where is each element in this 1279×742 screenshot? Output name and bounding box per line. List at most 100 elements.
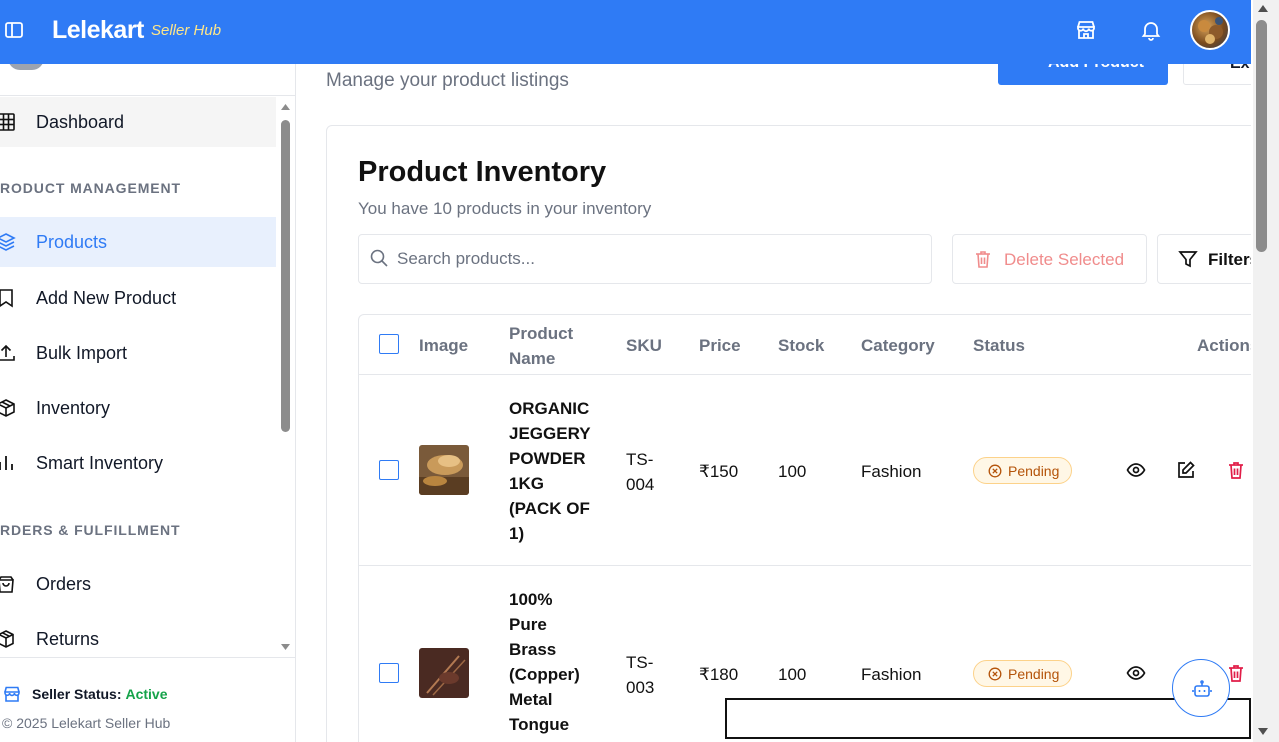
select-all-checkbox[interactable] [379, 334, 399, 354]
package-return-icon [0, 630, 14, 648]
sidebar-item-add-new-product[interactable]: Add New Product [0, 273, 276, 323]
sidebar-item-label: Dashboard [36, 111, 125, 132]
filter-icon [1178, 251, 1198, 268]
bell-icon[interactable] [1139, 18, 1163, 42]
edit-icon[interactable] [1176, 460, 1196, 480]
upload-icon [0, 344, 15, 361]
box-icon [0, 399, 15, 417]
brand-name[interactable]: Lelekart [52, 16, 144, 45]
product-sku: TS-004 [626, 450, 655, 494]
product-category: Fashion [861, 665, 922, 684]
sidebar-item-label: Products [36, 231, 108, 252]
chat-assistant-button[interactable] [1172, 659, 1230, 717]
status-label: Pending [1008, 462, 1060, 479]
column-header[interactable]: Category [861, 333, 935, 358]
seller-status: Seller Status: Active [0, 684, 168, 704]
column-header[interactable]: Image [419, 333, 468, 358]
divider [359, 374, 1251, 375]
brand-subtitle: Seller Hub [151, 22, 222, 39]
seller-status-label: Seller Status: [32, 686, 122, 702]
sidebar-item-smart-inventory[interactable]: Smart Inventory [0, 438, 276, 488]
chat-input-overlay[interactable] [725, 698, 1251, 739]
delete-selected-button[interactable]: Delete Selected [952, 234, 1147, 284]
product-inventory-card: Product Inventory You have 10 products i… [326, 125, 1251, 742]
column-header[interactable]: Stock [778, 333, 824, 358]
section-product-management: RODUCT MANAGEMENT [0, 180, 181, 196]
product-category: Fashion [861, 462, 922, 481]
divider [359, 565, 1251, 566]
trash-icon[interactable] [1226, 460, 1246, 480]
product-name[interactable]: ORGANIC JEGGERY POWDER 1KG (PACK OF 1) [509, 396, 597, 546]
product-price: ₹150 [699, 462, 739, 481]
row-checkbox[interactable] [379, 460, 399, 480]
bar-chart-icon [0, 456, 13, 470]
sidebar-item-label: Smart Inventory [36, 452, 164, 473]
sidebar-item-products[interactable]: Products [0, 217, 276, 267]
card-title: Product Inventory [358, 156, 607, 188]
row-checkbox[interactable] [379, 663, 399, 683]
scroll-down-arrow[interactable] [280, 642, 291, 652]
section-orders-fulfillment: RDERS & FULFILLMENT [0, 522, 181, 538]
product-table: Image Product Name SKU Price Stock Categ… [358, 314, 1251, 742]
page-scrollbar-thumb[interactable] [1256, 20, 1267, 252]
sidebar-item-label: Returns [36, 628, 100, 649]
divider [0, 657, 296, 658]
product-image[interactable] [419, 445, 469, 495]
sidebar-item-inventory[interactable]: Inventory [0, 383, 276, 433]
column-header[interactable]: SKU [626, 333, 662, 358]
trash-icon [976, 251, 990, 268]
x-circle-icon [988, 667, 1002, 680]
product-stock: 100 [778, 665, 807, 684]
bookmark-icon [0, 289, 13, 308]
top-header: Lelekart Seller Hub [0, 0, 1251, 64]
product-price: ₹180 [699, 665, 739, 684]
product-stock: 100 [778, 462, 807, 481]
product-sku: TS-003 [626, 653, 655, 697]
avatar[interactable] [1190, 10, 1230, 50]
sidebar-item-dashboard[interactable]: Dashboard [0, 97, 276, 147]
column-header[interactable]: Price [699, 333, 741, 358]
sidebar-item-label: Bulk Import [36, 342, 128, 363]
divider [0, 95, 296, 96]
status-label: Pending [1008, 665, 1060, 682]
page-subtitle: Manage your product listings [326, 70, 569, 91]
scroll-up-arrow[interactable] [280, 102, 291, 112]
sidebar-item-label: Add New Product [36, 287, 177, 308]
add-product-button[interactable]: Add Product [998, 64, 1168, 85]
filters-label: Filters [1208, 250, 1251, 269]
search-box [358, 234, 932, 284]
grid-icon [0, 113, 15, 131]
sidebar-item-bulk-import[interactable]: Bulk Import [0, 328, 276, 378]
sidebar-toggle-icon[interactable] [4, 20, 24, 40]
search-input[interactable] [397, 245, 917, 273]
column-header[interactable]: Product Name [509, 321, 589, 371]
product-image[interactable] [419, 648, 469, 698]
sidebar-item-orders[interactable]: Orders [0, 559, 276, 609]
bot-icon [1192, 680, 1212, 697]
column-header[interactable]: Status [973, 333, 1025, 358]
x-circle-icon [988, 464, 1002, 477]
search-icon [370, 249, 388, 267]
shopping-bag-icon [0, 576, 14, 593]
sidebar-scrollbar-thumb[interactable] [281, 120, 290, 432]
card-subtitle: You have 10 products in your inventory [358, 199, 652, 218]
main-content: Manage your product listings Add Product… [296, 64, 1251, 742]
column-header: Actions [1197, 336, 1251, 355]
scroll-up-arrow[interactable] [1256, 2, 1270, 14]
eye-icon[interactable] [1126, 663, 1146, 683]
export-button[interactable]: Ex [1183, 64, 1251, 85]
status-badge: Pending [973, 660, 1073, 687]
copyright: © 2025 Lelekart Seller Hub [2, 715, 171, 731]
product-name[interactable]: 100% Pure Brass (Copper) Metal Tongue [509, 587, 589, 737]
sidebar-item-label: Orders [36, 573, 92, 594]
status-badge: Pending [973, 457, 1073, 484]
filters-button[interactable]: Filters [1157, 234, 1251, 284]
sidebar: Dashboard RODUCT MANAGEMENT Products Add… [0, 58, 296, 742]
sidebar-item-label: Inventory [36, 397, 111, 418]
delete-selected-label: Delete Selected [1004, 250, 1125, 269]
seller-status-value: Active [125, 686, 168, 702]
eye-icon[interactable] [1126, 460, 1146, 480]
store-icon[interactable] [1074, 18, 1098, 42]
scroll-down-arrow[interactable] [1256, 726, 1270, 738]
layers-icon [0, 233, 16, 251]
